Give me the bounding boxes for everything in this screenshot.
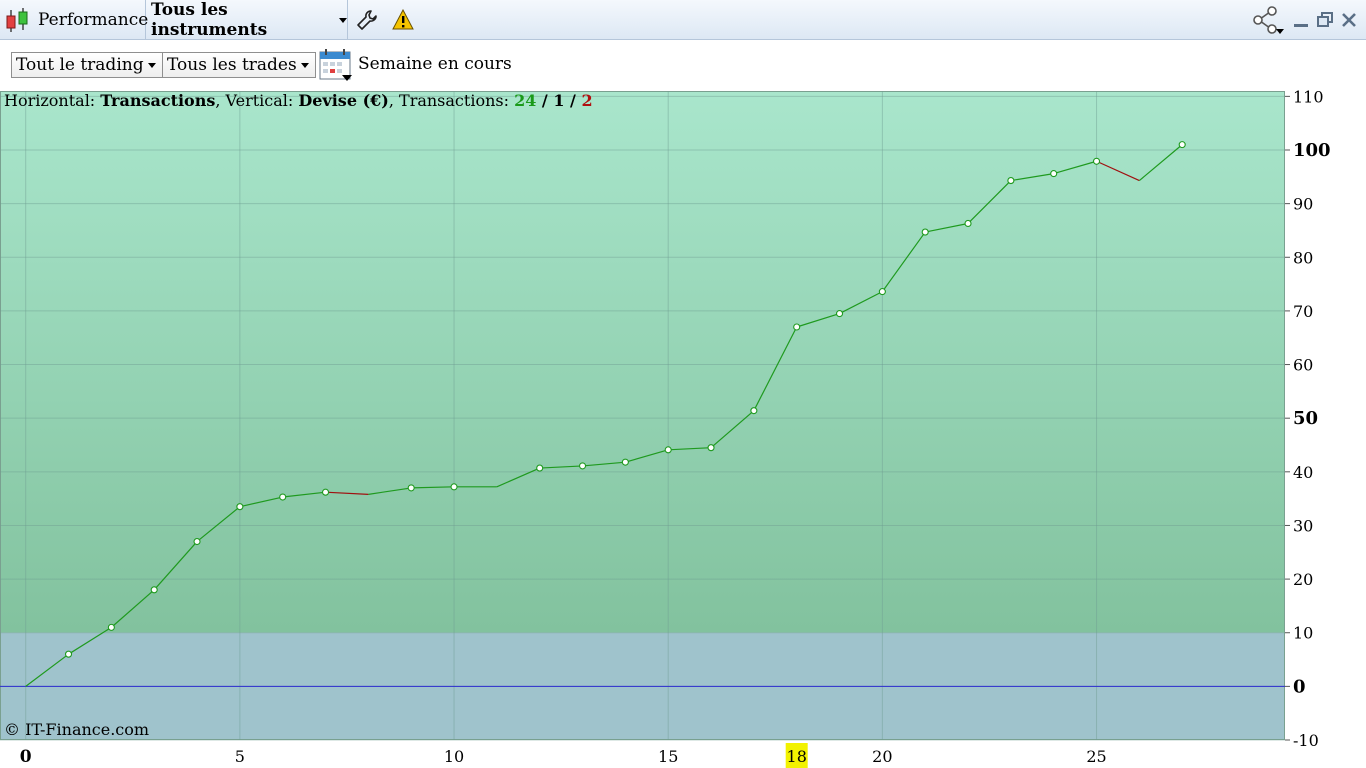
y-tick-label: 50 [1293, 408, 1318, 429]
data-point [107, 623, 115, 631]
x-tick-label: 15 [658, 747, 678, 766]
vertical-prefix: , Vertical: [215, 91, 299, 110]
data-point [407, 484, 415, 492]
period-label: Semaine en cours [358, 54, 512, 74]
x-highlight-label: 18 [787, 747, 807, 766]
y-tick-label: 0 [1293, 676, 1306, 697]
instruments-label: Tous les instruments [151, 0, 268, 40]
separator: / [536, 91, 554, 110]
y-tick-label: 40 [1293, 463, 1313, 482]
plot-background [0, 91, 1285, 633]
horizontal-prefix: Horizontal: [4, 91, 101, 110]
trades-filter-dropdown[interactable]: Tous les trades [162, 52, 316, 78]
x-tick-label: 10 [444, 747, 464, 766]
warning-icon[interactable] [392, 9, 414, 31]
y-tick-label: 60 [1293, 356, 1313, 375]
neutral-count: 1 [553, 91, 565, 110]
data-point [1178, 141, 1186, 149]
data-point [1050, 170, 1058, 178]
transactions-prefix: , Transactions: [388, 91, 515, 110]
calendar-icon[interactable] [318, 48, 354, 82]
chevron-down-icon [339, 17, 347, 23]
data-point [664, 446, 672, 454]
trading-filter-dropdown[interactable]: Tout le trading [11, 52, 163, 78]
restore-icon[interactable] [1316, 11, 1334, 29]
data-point [578, 462, 587, 470]
title-bar: Performance Tous les instruments [0, 0, 1366, 40]
data-point [964, 219, 972, 228]
wins-count: 24 [514, 91, 537, 110]
data-point [64, 650, 73, 658]
y-tick-label: 100 [1293, 140, 1331, 161]
horizontal-value: Transactions [100, 91, 216, 110]
x-tick-label: 0 [20, 747, 32, 767]
copyright: © IT-Finance.com [4, 720, 150, 739]
data-point [236, 503, 244, 511]
performance-tab[interactable]: Performance [0, 0, 149, 40]
data-point [321, 488, 330, 496]
data-point [1092, 157, 1101, 165]
data-point [878, 288, 886, 296]
candlestick-icon [4, 6, 30, 34]
losses-count: 2 [581, 91, 593, 110]
y-tick-label: 70 [1293, 302, 1313, 321]
data-point [536, 464, 544, 472]
data-point [921, 228, 929, 236]
window-controls [1250, 0, 1358, 40]
y-tick-label: 30 [1293, 516, 1313, 535]
instruments-dropdown[interactable]: Tous les instruments [146, 0, 348, 40]
x-tick-label: 25 [1086, 747, 1106, 766]
separator: / [564, 91, 582, 110]
data-point [193, 537, 201, 546]
performance-chart: 110 100 90 80 70 60 50 40 30 20 10 0 -10 0 5 10 15 20 25 1… [0, 90, 1366, 768]
performance-label: Performance [38, 10, 149, 30]
y-tick-label: 20 [1293, 570, 1313, 589]
chevron-down-icon [147, 63, 156, 68]
x-tick-label: 5 [235, 747, 245, 766]
close-icon[interactable] [1340, 11, 1358, 29]
minimize-icon[interactable] [1292, 11, 1310, 29]
y-tick-label: -10 [1293, 731, 1319, 750]
data-point [1007, 177, 1015, 185]
data-point [621, 458, 629, 466]
wrench-icon[interactable] [356, 9, 378, 31]
trades-filter-value: Tous les trades [167, 55, 297, 75]
y-tick-label: 10 [1293, 624, 1313, 643]
data-point [707, 444, 715, 452]
y-tick-label: 80 [1293, 248, 1313, 267]
data-point [450, 483, 458, 491]
y-tick-label: 110 [1293, 90, 1324, 106]
share-icon[interactable] [1250, 4, 1286, 36]
filter-toolbar: Tout le trading Tous les trades [0, 40, 1366, 90]
trading-filter-value: Tout le trading [16, 55, 144, 75]
chevron-down-icon [300, 63, 309, 68]
y-tick-label: 90 [1293, 195, 1313, 214]
data-point [793, 323, 801, 331]
chart-canvas: 1101009080706050403020100-10 0 5 10 15 20 251… [0, 90, 1331, 768]
data-point [750, 407, 758, 415]
data-point [835, 310, 844, 318]
x-tick-label: 20 [872, 747, 892, 766]
vertical-value: Devise (€) [298, 91, 389, 110]
data-point [150, 586, 158, 594]
chart-info: Horizontal: Transactions, Vertical: Devi… [4, 91, 593, 110]
data-point [279, 493, 287, 501]
